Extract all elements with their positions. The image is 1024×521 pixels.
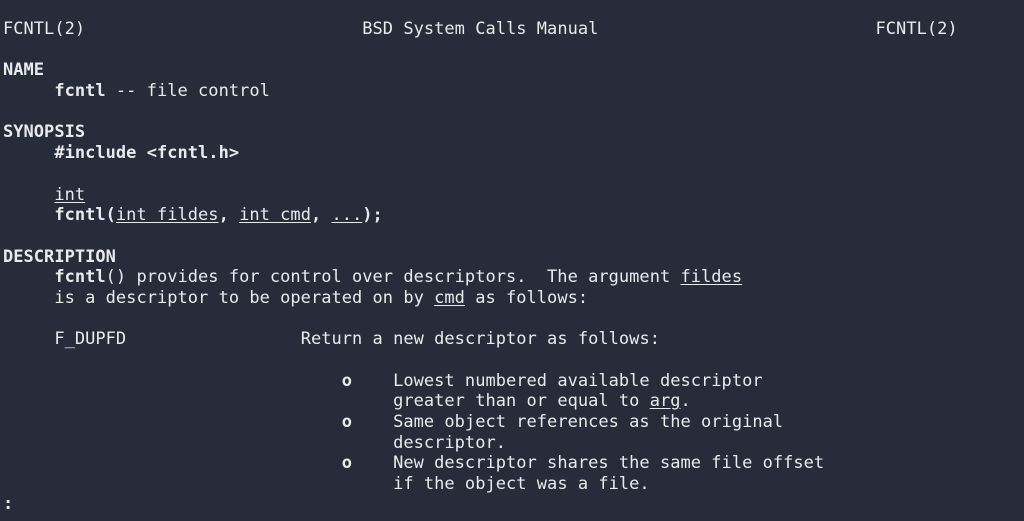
man-line: if the object was a file. bbox=[3, 474, 958, 495]
header-gap bbox=[85, 19, 362, 39]
man-text: o bbox=[341, 370, 353, 391]
man-line: fcntl(int fildes, int cmd, ...); bbox=[3, 205, 958, 226]
section-heading: DESCRIPTION bbox=[3, 247, 958, 268]
man-header: FCNTL(2) BSD System Calls Manual FCNTL(2… bbox=[3, 19, 958, 40]
man-text: fildes bbox=[680, 267, 743, 288]
man-text: ... bbox=[331, 205, 363, 226]
header-right: FCNTL(2) bbox=[875, 19, 958, 39]
man-text: int cmd bbox=[239, 205, 311, 226]
man-line: fcntl -- file control bbox=[3, 81, 958, 102]
man-text: ); bbox=[362, 205, 383, 226]
man-text: cmd bbox=[434, 287, 465, 308]
man-text: arg bbox=[649, 391, 681, 412]
man-text: int fildes bbox=[115, 205, 219, 226]
man-text: #include <fcntl.h> bbox=[54, 143, 240, 164]
man-text: int bbox=[54, 184, 86, 205]
man-line: o Same object references as the original bbox=[3, 412, 958, 433]
section-heading: SYNOPSIS bbox=[3, 122, 958, 143]
man-text: . bbox=[680, 391, 691, 412]
man-text: , bbox=[218, 205, 240, 226]
section-heading-text: NAME bbox=[3, 60, 45, 81]
man-text: F_DUPFD bbox=[54, 329, 127, 350]
man-text: Lowest numbered available descriptor bbox=[352, 370, 763, 391]
man-text: New descriptor shares the same file offs… bbox=[352, 453, 825, 474]
man-line: is a descriptor to be operated on by cmd… bbox=[3, 288, 958, 309]
man-line: #include <fcntl.h> bbox=[3, 143, 958, 164]
man-text: fcntl bbox=[54, 81, 106, 102]
man-text: , bbox=[310, 205, 332, 226]
man-line: o Lowest numbered available descriptor bbox=[3, 371, 958, 392]
header-center: BSD System Calls Manual bbox=[362, 19, 599, 39]
section-heading: NAME bbox=[3, 60, 958, 81]
section-heading-text: SYNOPSIS bbox=[3, 122, 86, 143]
man-text: fcntl( bbox=[54, 205, 116, 226]
man-text: o bbox=[341, 453, 353, 474]
man-line: descriptor. bbox=[3, 433, 958, 454]
terminal-window[interactable]: FCNTL(2) BSD System Calls Manual FCNTL(2… bbox=[0, 0, 1024, 521]
man-line: greater than or equal to arg. bbox=[3, 391, 958, 412]
section-heading-text: DESCRIPTION bbox=[3, 246, 116, 267]
man-page-content: FCNTL(2) BSD System Calls Manual FCNTL(2… bbox=[3, 19, 958, 495]
pager-prompt[interactable]: : bbox=[3, 494, 13, 515]
header-left: FCNTL(2) bbox=[3, 19, 86, 39]
header-gap bbox=[598, 19, 875, 39]
man-text: is a descriptor to be operated on by bbox=[54, 287, 435, 308]
man-text: Return a new descriptor as follows: bbox=[300, 329, 660, 350]
man-line: o New descriptor shares the same file of… bbox=[3, 453, 958, 474]
man-text: o bbox=[341, 412, 353, 433]
man-text: Same object references as the original bbox=[352, 412, 784, 433]
man-text: -- file control bbox=[105, 81, 270, 102]
man-line: fcntl() provides for control over descri… bbox=[3, 267, 958, 288]
man-text: greater than or equal to bbox=[393, 391, 650, 412]
man-text bbox=[126, 329, 301, 349]
man-line: F_DUPFD Return a new descriptor as follo… bbox=[3, 329, 958, 350]
man-text: if the object was a file. bbox=[393, 474, 650, 495]
man-text: as follows: bbox=[464, 287, 589, 308]
man-text: () provides for control over descriptors… bbox=[105, 267, 681, 288]
man-text: descriptor. bbox=[393, 432, 506, 453]
man-text: fcntl bbox=[54, 267, 106, 288]
man-line: int bbox=[3, 185, 958, 206]
